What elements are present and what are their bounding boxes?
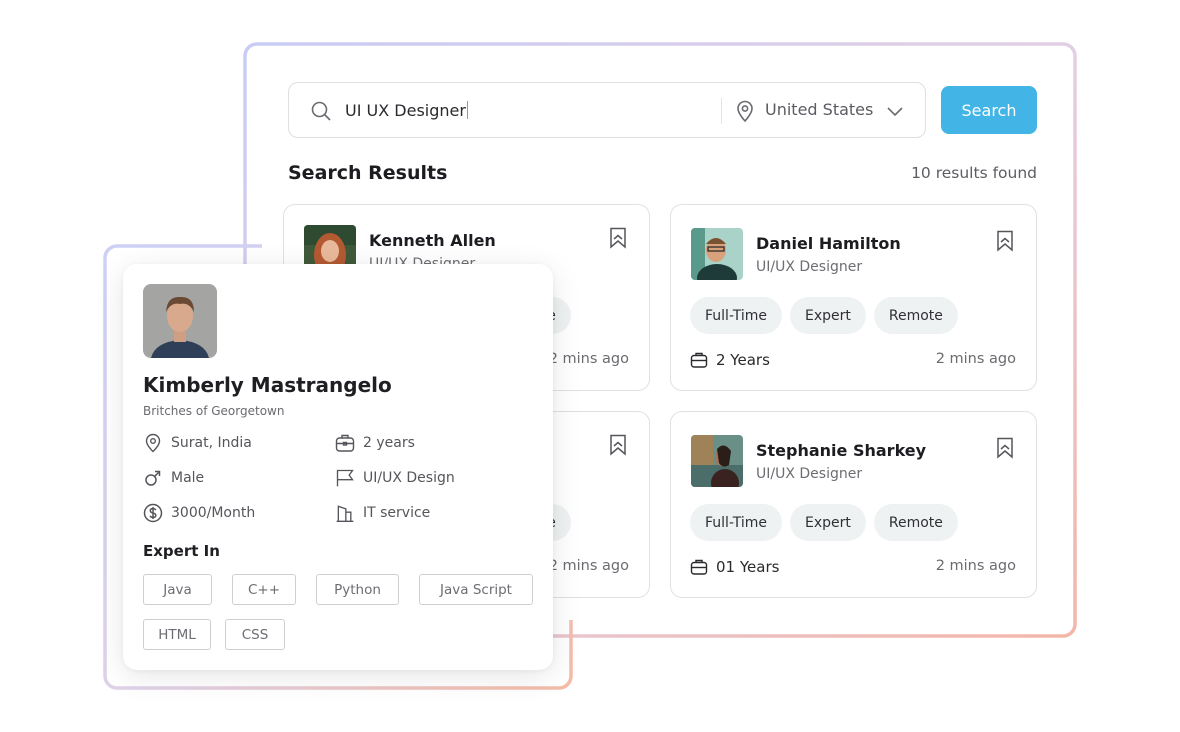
tag: Expert [789, 504, 866, 541]
location-pin-icon [737, 100, 753, 123]
candidate-name[interactable]: Daniel Hamilton [756, 234, 901, 253]
tag: Remote [873, 504, 958, 541]
briefcase-icon [690, 352, 708, 368]
skill-tag: C++ [232, 574, 296, 605]
candidate-card[interactable]: Stephanie Sharkey UI/UX Designer Full-Ti… [670, 411, 1037, 598]
tag: Full-Time [690, 297, 782, 334]
experience: 01 Years [690, 558, 779, 576]
profile-name: Kimberly Mastrangelo [143, 373, 392, 397]
candidate-name[interactable]: Kenneth Allen [369, 231, 496, 250]
candidate-role: UI/UX Designer [756, 259, 863, 275]
results-title: Search Results [288, 162, 448, 184]
bookmark-icon[interactable] [609, 434, 627, 456]
experience-value: 2 years [363, 435, 415, 451]
search-button[interactable]: Search [941, 86, 1037, 134]
posted-time: 2 mins ago [935, 558, 1016, 574]
profile-industry: IT service [335, 503, 430, 523]
briefcase-icon [690, 559, 708, 575]
gender-value: Male [171, 470, 205, 486]
candidate-role: UI/UX Designer [756, 466, 863, 482]
specialty-value: UI/UX Design [363, 470, 455, 486]
experience: 2 Years [690, 351, 770, 369]
tag-list: Full-Time Expert Remote [690, 297, 958, 334]
location-value: Surat, India [171, 435, 252, 451]
avatar [691, 228, 743, 280]
bookmark-icon[interactable] [996, 437, 1014, 459]
tag: Remote [873, 297, 958, 334]
chevron-down-icon[interactable] [885, 101, 905, 121]
search-query: UI UX Designer [345, 101, 466, 120]
male-symbol-icon [145, 470, 161, 486]
industry-value: IT service [363, 505, 431, 521]
skill-tag: CSS [225, 619, 285, 650]
building-icon [336, 505, 354, 522]
skill-tag: Java Script [419, 574, 533, 605]
profile-gender: Male [143, 468, 204, 488]
avatar [691, 435, 743, 487]
posted-time: 2 mins ago [548, 558, 629, 574]
experience-value: 01 Years [716, 558, 780, 576]
tag: Expert [789, 297, 866, 334]
text-caret [466, 101, 469, 119]
search-icon [311, 101, 331, 121]
posted-time: 2 mins ago [935, 351, 1016, 367]
bookmark-icon[interactable] [996, 230, 1014, 252]
profile-experience: 2 years [335, 433, 415, 453]
candidate-name[interactable]: Stephanie Sharkey [756, 441, 926, 460]
expert-in-title: Expert In [143, 542, 220, 560]
skill-tag: Java [143, 574, 212, 605]
tag: Full-Time [690, 504, 782, 541]
profile-company: Britches of Georgetown [143, 404, 285, 418]
results-count: 10 results found [911, 164, 1037, 182]
location-pin-icon [145, 433, 161, 453]
profile-location: Surat, India [143, 433, 252, 453]
experience-value: 2 Years [716, 351, 770, 369]
profile-card: Kimberly Mastrangelo Britches of Georget… [123, 264, 553, 670]
bookmark-icon[interactable] [609, 227, 627, 249]
search-bar[interactable]: UI UX Designer United States [288, 82, 926, 138]
briefcase-icon [335, 434, 355, 452]
flag-icon [336, 469, 354, 487]
posted-time: 2 mins ago [548, 351, 629, 367]
candidate-card[interactable]: Daniel Hamilton UI/UX Designer Full-Time… [670, 204, 1037, 391]
tag-list: Full-Time Expert Remote [690, 504, 958, 541]
skill-tag: Python [316, 574, 399, 605]
search-divider [721, 98, 722, 124]
skill-tag: HTML [143, 619, 211, 650]
profile-specialty: UI/UX Design [335, 468, 455, 488]
salary-value: 3000/Month [171, 505, 256, 521]
search-input[interactable]: UI UX Designer [345, 97, 705, 125]
dollar-coin-icon [143, 503, 163, 523]
profile-salary: 3000/Month [143, 503, 255, 523]
location-select[interactable]: United States [765, 100, 873, 119]
profile-photo [143, 284, 217, 358]
